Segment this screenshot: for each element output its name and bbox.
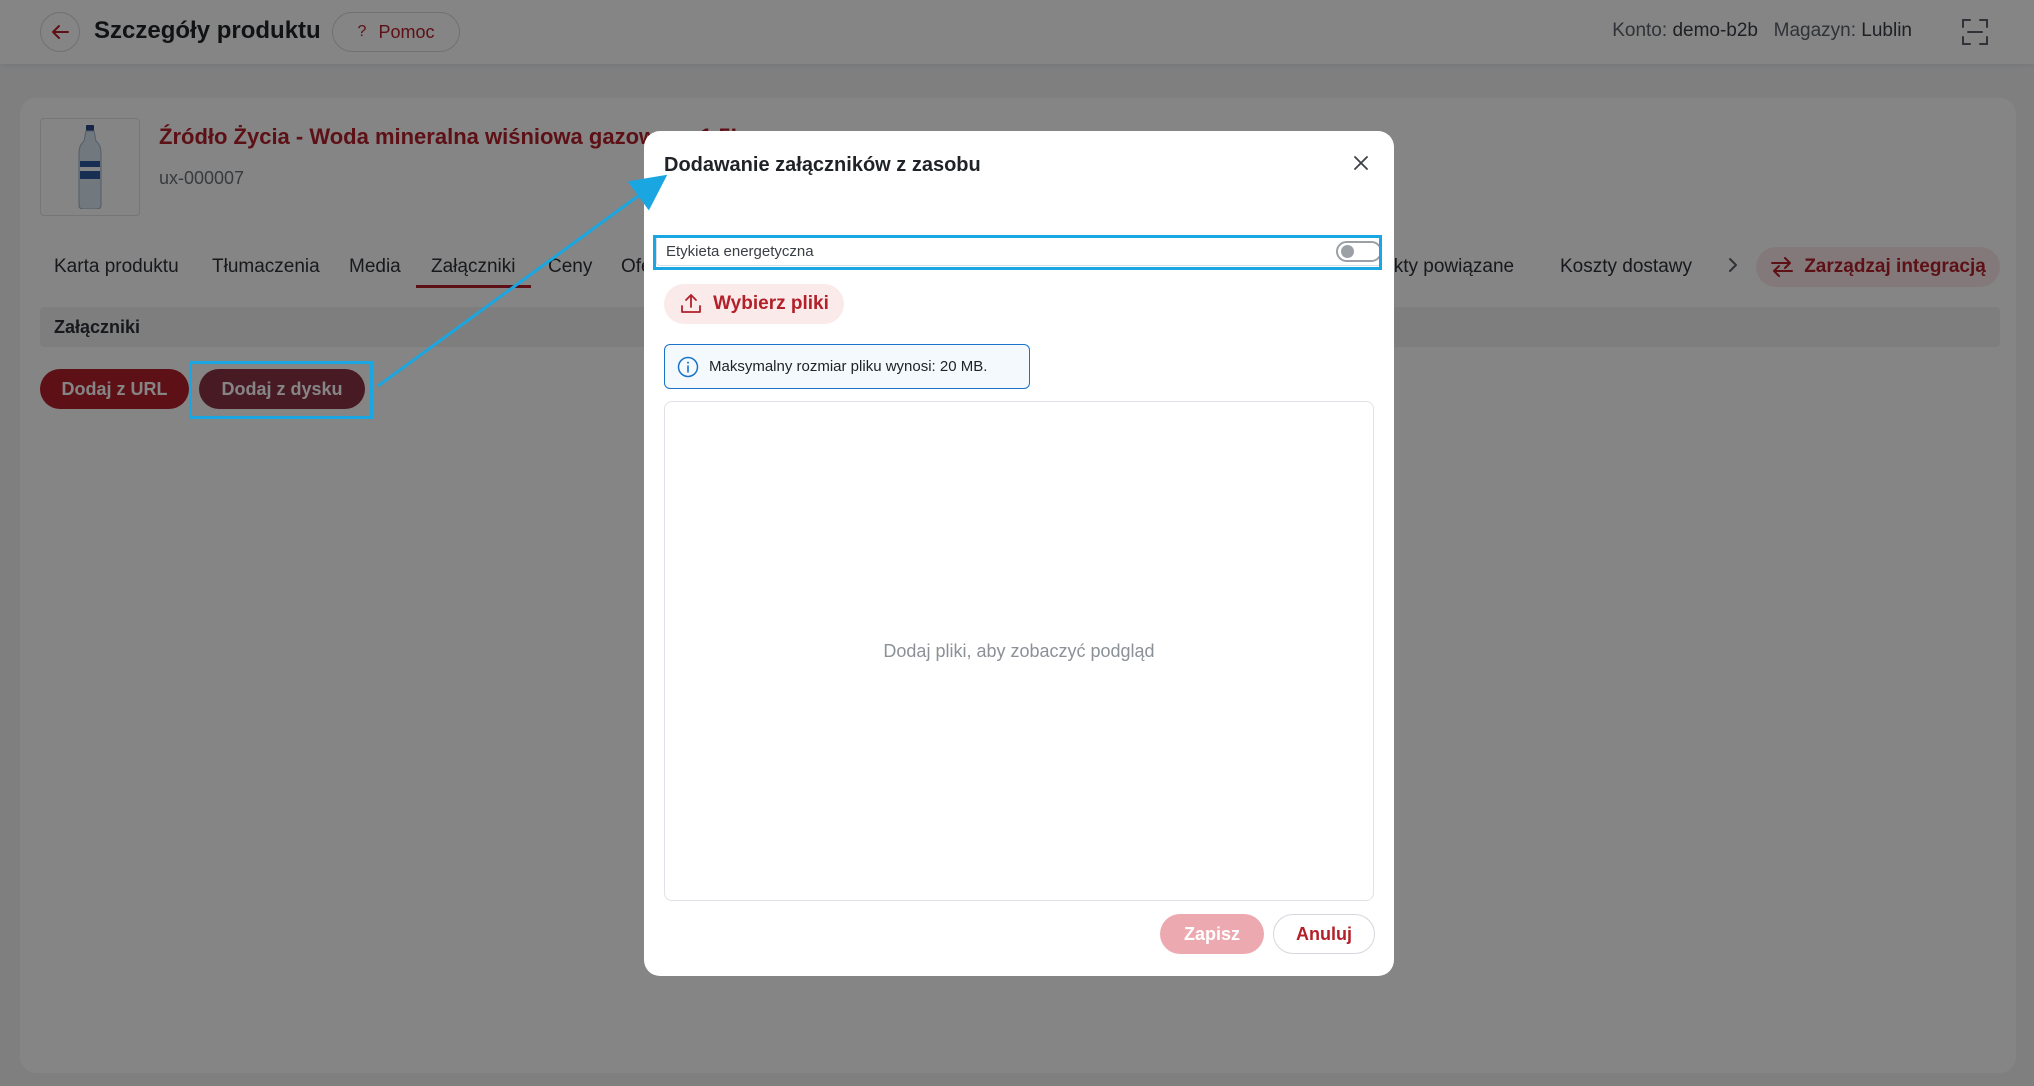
toggle-knob: [1341, 245, 1354, 258]
max-size-text: Maksymalny rozmiar pliku wynosi: 20 MB.: [709, 358, 988, 375]
upload-icon: [681, 294, 701, 313]
file-preview-area[interactable]: Dodaj pliki, aby zobaczyć podgląd: [664, 401, 1374, 901]
add-attachments-modal: Dodawanie załączników z zasobu Etykieta …: [644, 131, 1394, 976]
cancel-button[interactable]: Anuluj: [1273, 914, 1375, 954]
max-size-info: Maksymalny rozmiar pliku wynosi: 20 MB.: [664, 344, 1030, 389]
choose-files-button[interactable]: Wybierz pliki: [664, 284, 844, 324]
modal-title: Dodawanie załączników z zasobu: [664, 154, 981, 176]
close-button[interactable]: [1349, 151, 1373, 175]
preview-empty-text: Dodaj pliki, aby zobaczyć podgląd: [883, 640, 1155, 661]
close-icon: [1354, 156, 1368, 170]
save-button[interactable]: Zapisz: [1160, 914, 1264, 954]
energy-label-toggle[interactable]: [1336, 241, 1382, 262]
info-icon: [677, 356, 699, 377]
energy-label-text: Etykieta energetyczna: [666, 243, 814, 260]
energy-label-row: Etykieta energetyczna: [656, 236, 1382, 266]
choose-files-label: Wybierz pliki: [713, 293, 829, 314]
